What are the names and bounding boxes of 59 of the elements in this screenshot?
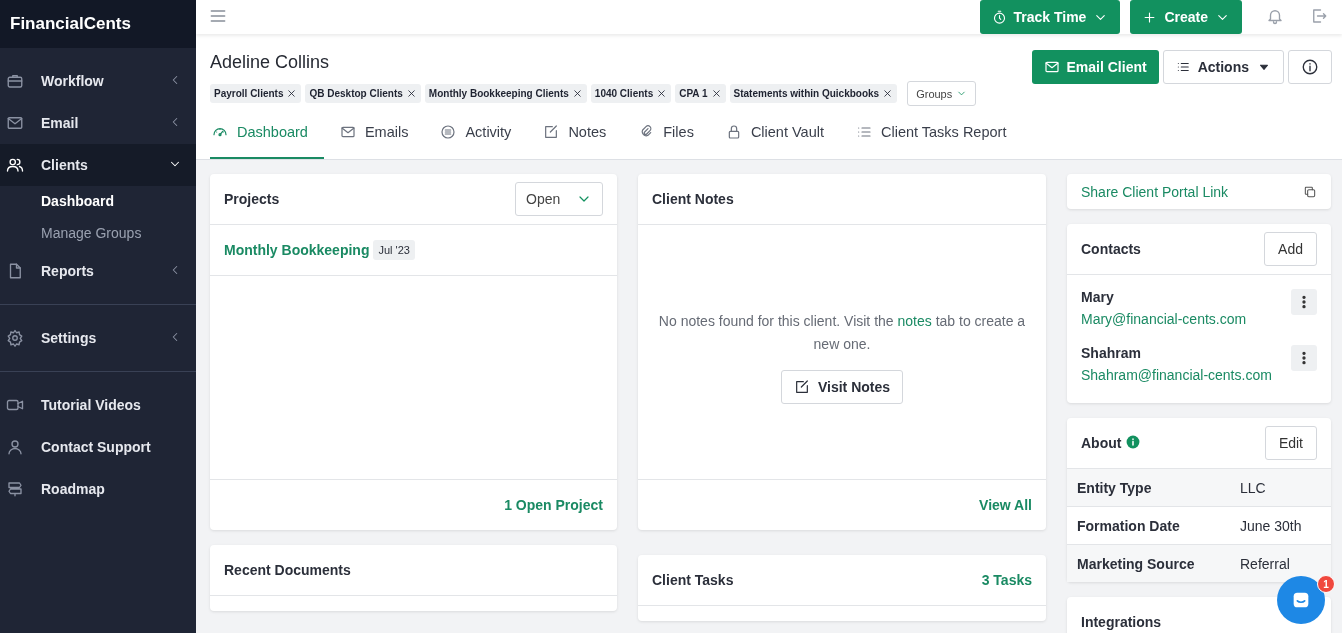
notes-link[interactable]: notes xyxy=(897,313,932,329)
field-value: Referral xyxy=(1240,555,1290,572)
field-label: Marketing Source xyxy=(1077,555,1196,572)
card-title: Contacts xyxy=(1081,241,1141,257)
tab[interactable]: Emails xyxy=(337,124,425,159)
client-name: Adeline Collins xyxy=(210,52,331,73)
email-client-button[interactable]: Email Client xyxy=(1031,50,1159,84)
sidebar-item[interactable]: Workflow xyxy=(0,60,196,102)
date-tag: Jul '23 xyxy=(373,240,415,260)
card-title: Client Notes xyxy=(652,191,734,207)
tab[interactable]: Client Tasks Report xyxy=(853,124,1023,159)
contact-name: Mary xyxy=(1081,289,1115,305)
tab[interactable]: Dashboard xyxy=(210,124,324,159)
group-tag[interactable]: QB Desktop Clients xyxy=(305,84,421,103)
contact-email[interactable]: Shahram@financial-cents.com xyxy=(1081,367,1272,383)
tab[interactable]: Client Vault xyxy=(723,124,840,159)
open-projects-link[interactable]: 1 Open Project xyxy=(504,497,603,513)
field-label: Formation Date xyxy=(1077,517,1181,534)
card-title: Integrations xyxy=(1081,614,1162,630)
project-link[interactable]: Monthly Bookkeeping xyxy=(224,242,370,258)
view-all-link[interactable]: View All xyxy=(979,497,1032,513)
status-select[interactable]: Open xyxy=(515,182,603,216)
sidebar-subitem[interactable]: Dashboard xyxy=(0,186,115,218)
group-tag[interactable]: Statements within Quickbooks xyxy=(729,84,898,103)
sidebar-subitem[interactable]: Manage Groups xyxy=(0,218,142,250)
field-value: June 30th xyxy=(1240,517,1302,534)
group-tag[interactable]: 1040 Clients xyxy=(590,84,672,103)
sidebar-item[interactable]: Email xyxy=(0,102,196,144)
card-title: Client Tasks xyxy=(652,572,734,588)
sidebar-item[interactable]: Tutorial Videos xyxy=(0,384,196,426)
header-button[interactable]: Create xyxy=(1130,0,1242,34)
field-value: LLC xyxy=(1240,479,1266,496)
card-title: Recent Documents xyxy=(224,562,351,578)
edit-button[interactable]: Edit xyxy=(1264,426,1317,460)
groups-button[interactable]: Groups xyxy=(907,81,977,106)
sidebar-item[interactable]: Clients xyxy=(0,144,196,186)
tab[interactable]: Notes xyxy=(541,124,623,159)
empty-message: No notes found for this client. Visit the notes tab to create a new one. xyxy=(657,312,1027,354)
tasks-count-link[interactable]: 3 Tasks xyxy=(981,572,1032,588)
sidebar-item[interactable]: Contact Support xyxy=(0,426,196,468)
sidebar-item[interactable]: Reports xyxy=(0,250,196,292)
tab[interactable]: Activity xyxy=(438,124,528,159)
sidebar-item[interactable]: Settings xyxy=(0,317,196,359)
card-title: About xyxy=(1081,435,1122,451)
field-label: Entity Type xyxy=(1077,479,1153,496)
group-tag[interactable]: Payroll Clients xyxy=(210,84,302,103)
group-tag[interactable]: Monthly Bookkeeping Clients xyxy=(424,84,587,103)
contact-email[interactable]: Mary@financial-cents.com xyxy=(1081,311,1247,327)
visit-notes-button[interactable]: Visit Notes xyxy=(780,370,904,404)
share-link-card[interactable]: Share Client Portal Link xyxy=(1067,174,1331,209)
tab[interactable]: Files xyxy=(636,124,710,159)
sidebar-item[interactable]: Roadmap xyxy=(0,468,196,510)
group-tag[interactable]: CPA 1 xyxy=(675,84,726,103)
card-title: Projects xyxy=(224,191,280,207)
header-button[interactable]: Track Time xyxy=(979,0,1121,34)
actions-button[interactable]: Actions xyxy=(1162,50,1284,84)
share-portal-link[interactable]: Share Client Portal Link xyxy=(1081,183,1229,200)
add-button[interactable]: Add xyxy=(1264,232,1317,266)
contact-name: Shahram xyxy=(1081,345,1142,361)
